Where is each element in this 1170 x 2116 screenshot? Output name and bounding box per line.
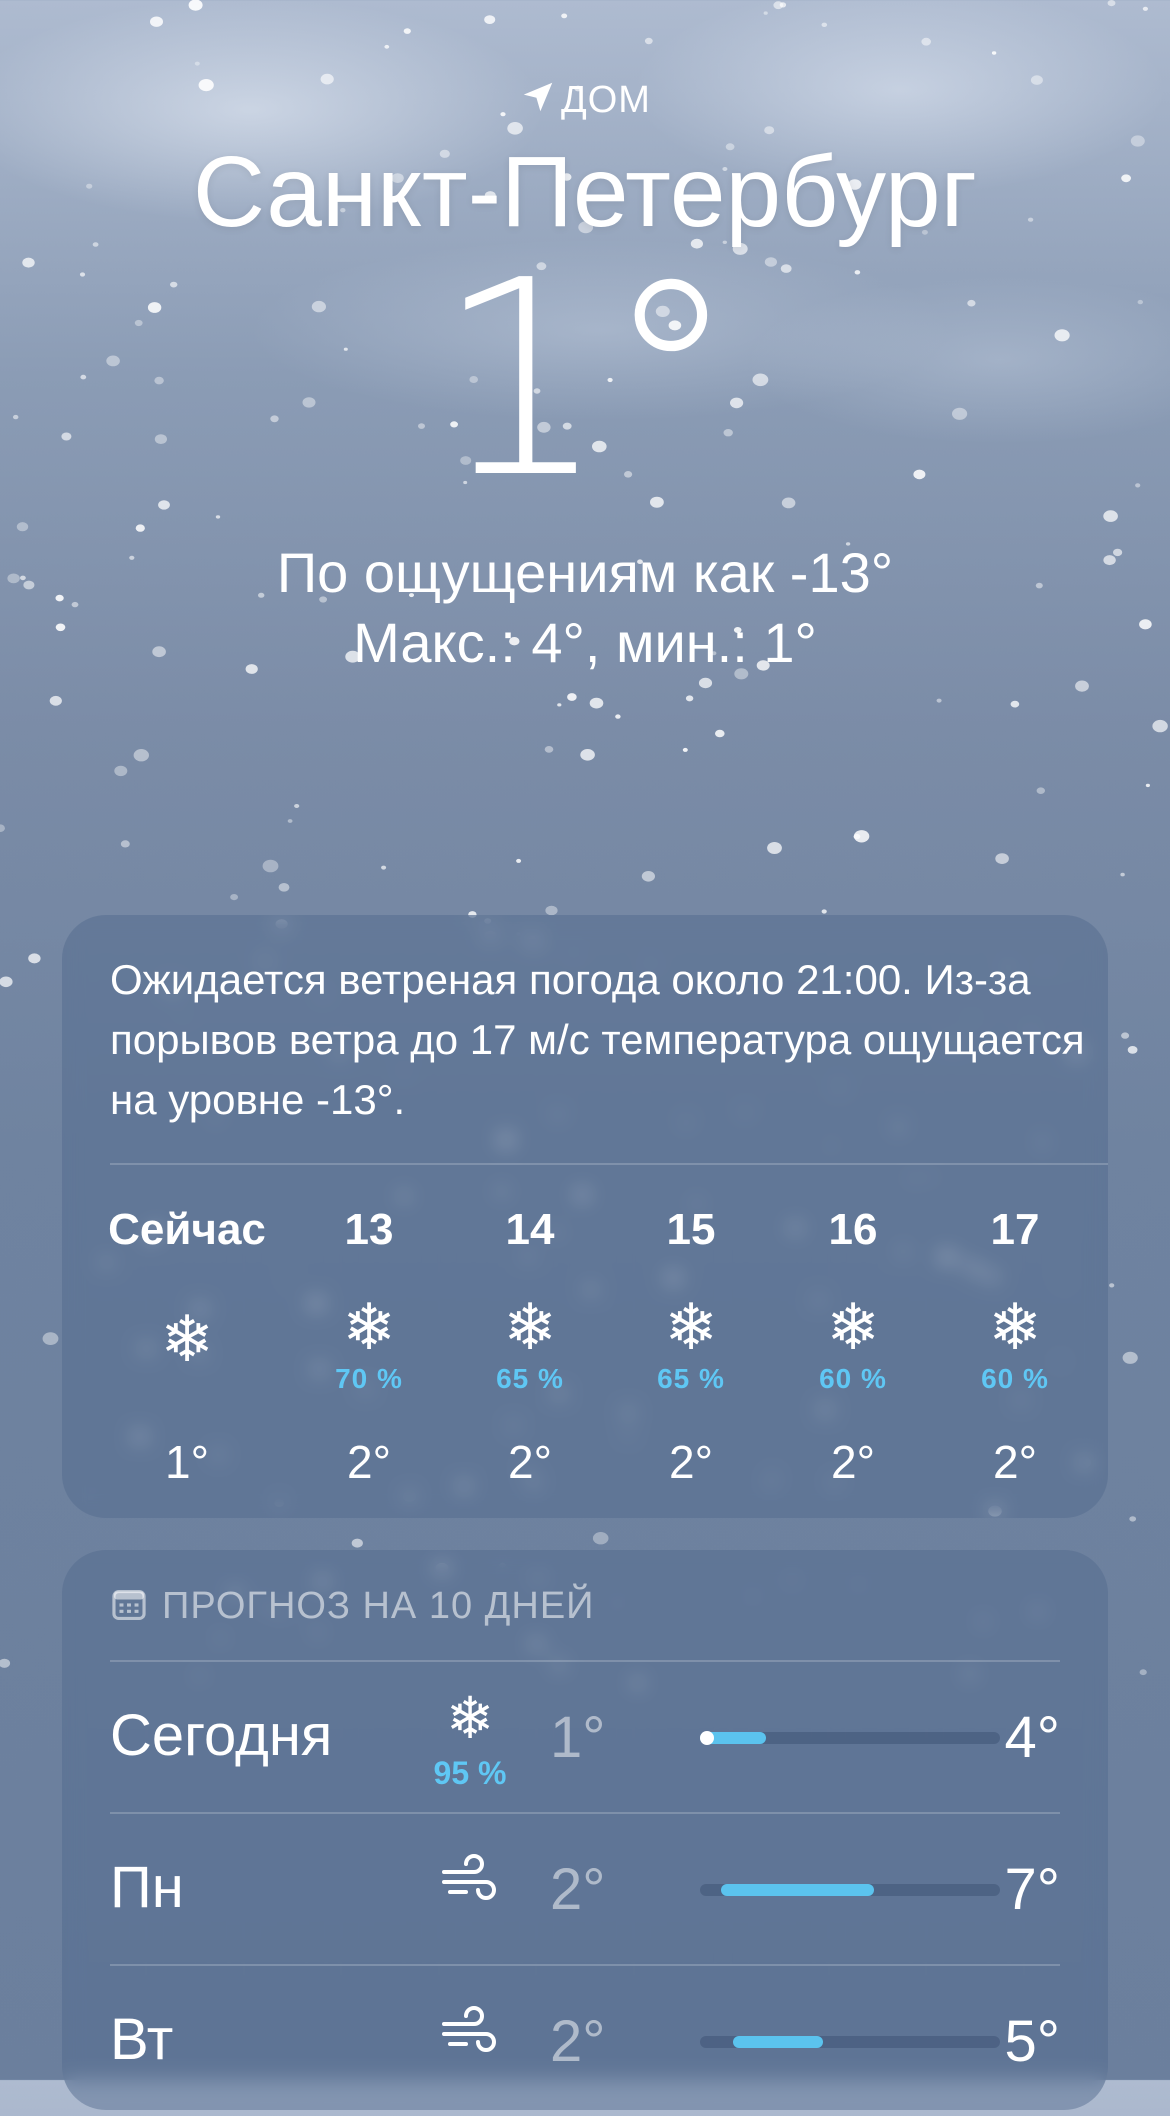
hour-label: 13 xyxy=(344,1205,394,1254)
snowflake-icon: ❄ xyxy=(160,1303,214,1375)
hour-temperature: 2° xyxy=(831,1436,875,1488)
hour-precip: 65 % xyxy=(496,1363,564,1394)
hour-label: 17 xyxy=(990,1205,1040,1254)
day-row[interactable]: Вт 2° 5° xyxy=(110,1966,1060,2116)
hour-item[interactable]: 17 ❄ 60 % 2° xyxy=(930,915,1100,1518)
hourly-list[interactable]: Сейчас ❄ 1° 13 ❄ 70 % 2° 14 ❄ 65 % 2° 15 ❄ 65 % 2° 16 ❄ 6… xyxy=(62,915,1108,1518)
snowflake-icon: ❄ xyxy=(503,1291,557,1363)
day-name: Пн xyxy=(110,1855,184,1920)
temperature-range-fill xyxy=(721,1884,874,1896)
snowflake-icon: ❄ xyxy=(826,1291,880,1363)
hour-item[interactable]: 13 ❄ 70 % 2° xyxy=(284,915,454,1518)
temperature-range-bar xyxy=(700,1884,1000,1896)
hour-label: 14 xyxy=(505,1205,555,1254)
day-min-temp: 1° xyxy=(550,1705,606,1770)
snowflake-icon: ❄ xyxy=(342,1291,396,1363)
day-max-temp: 4° xyxy=(1004,1705,1060,1770)
hour-item[interactable]: Сейчас ❄ 1° xyxy=(102,915,272,1518)
hour-temperature: 2° xyxy=(508,1436,552,1488)
day-row[interactable]: Сегодня ❄ 95 % 1° 4° xyxy=(110,1662,1060,1812)
hour-label: 16 xyxy=(828,1205,878,1254)
hour-precip: 70 % xyxy=(335,1363,403,1394)
high-low: Макс.: 4°, мин.: 1° xyxy=(353,611,817,674)
hour-temperature: 2° xyxy=(347,1436,391,1488)
hour-temperature: 2° xyxy=(669,1436,713,1488)
hour-label: 15 xyxy=(666,1205,716,1254)
snowflake-icon: ❄ xyxy=(445,1686,495,1751)
daily-forecast-title: Прогноз на 10 дней xyxy=(162,1585,595,1627)
location-name: дом xyxy=(561,79,651,121)
hour-item[interactable]: 15 ❄ 65 % 2° xyxy=(606,915,776,1518)
day-name: Сегодня xyxy=(110,1703,333,1768)
day-name: Вт xyxy=(110,2007,174,2072)
daily-forecast-header: Прогноз на 10 дней xyxy=(110,1585,594,1628)
feels-like: По ощущениям как -13° xyxy=(276,541,894,604)
daily-forecast-card[interactable]: Прогноз на 10 дней Сегодня ❄ 95 % 1° 4° Пн 2° 7… xyxy=(62,1550,1108,2110)
hour-precip: 65 % xyxy=(657,1363,725,1394)
day-min-temp: 2° xyxy=(550,2009,606,2074)
hour-label: Сейчас xyxy=(108,1205,266,1254)
location-arrow-icon xyxy=(523,82,553,112)
hourly-forecast-card[interactable]: Ожидается ветреная погода около 21:00. И… xyxy=(62,915,1108,1518)
temperature-range-bar xyxy=(700,1731,1000,1745)
hour-precip: 60 % xyxy=(981,1363,1049,1394)
calendar-icon xyxy=(112,1589,146,1621)
day-min-temp: 2° xyxy=(550,1857,606,1922)
hour-temperature: 1° xyxy=(165,1436,209,1488)
wind-icon xyxy=(410,1854,530,1916)
temperature-range-bar xyxy=(700,2036,1000,2048)
hour-item[interactable]: 14 ❄ 65 % 2° xyxy=(445,915,615,1518)
day-precip: 95 % xyxy=(433,1755,507,1791)
hour-item[interactable]: 16 ❄ 60 % 2° xyxy=(768,915,938,1518)
location-label: дом xyxy=(0,78,1170,122)
current-temp-dot xyxy=(700,1731,714,1745)
wind-icon xyxy=(410,2006,530,2068)
day-max-temp: 5° xyxy=(1004,2009,1060,2074)
day-row[interactable]: Пн 2° 7° xyxy=(110,1814,1060,1964)
temperature-range-fill xyxy=(733,2036,823,2048)
hour-precip: 60 % xyxy=(819,1363,887,1394)
snowflake-icon: ❄ xyxy=(664,1291,718,1363)
day-max-temp: 7° xyxy=(1004,1857,1060,1922)
current-temperature: 1° xyxy=(435,222,739,537)
snowflake-icon: ❄ xyxy=(988,1291,1042,1363)
hour-temperature: 2° xyxy=(993,1436,1037,1488)
